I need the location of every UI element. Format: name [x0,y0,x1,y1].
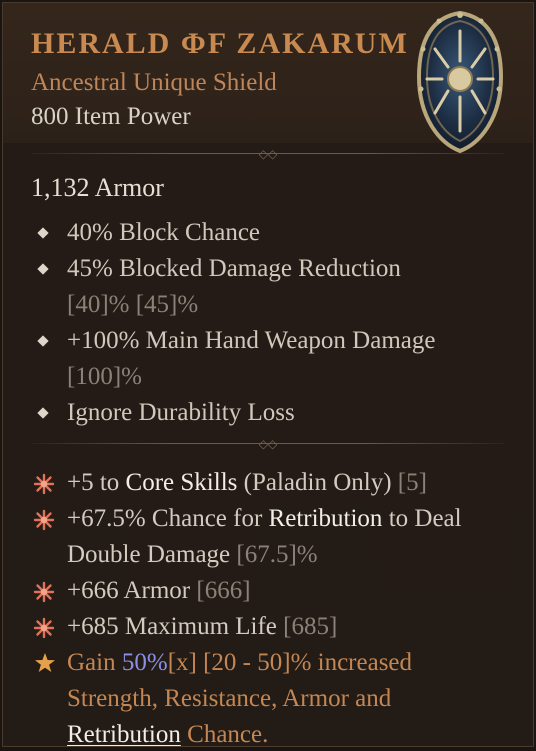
property-block-chance: 40% Block Chance [3,215,533,251]
item-name: HERALD ΦF ZAKARUM [31,27,409,60]
property-range: [40]% [45]% [67,291,199,318]
property-ignore-durability: Ignore Durability Loss [3,395,533,431]
unique-keyword: Retribution [67,721,181,747]
affix-armor: +666 Armor [666] [3,573,533,609]
affix-divider: ◇◇ [31,437,505,451]
property-range: [100]% [67,363,142,390]
affix-range: [666] [196,577,251,604]
property-text: 40% Block Chance [67,219,261,246]
unique-value: 50% [121,649,168,676]
property-main-hand-damage: +100% Main Hand Weapon Damage [100]% [3,323,533,395]
armor-value: 1,132 Armor [31,173,164,202]
diamond-bullet-icon [37,263,49,275]
unique-text: Strength, Resistance, Armor and [67,685,392,712]
affix-core-skills: +5 to Core Skills (Paladin Only) [5] [3,465,533,501]
unique-star-icon [35,653,55,672]
affix-range: [67.5]% [236,541,318,568]
affix-list: +5 to Core Skills (Paladin Only) [5] +67… [3,465,533,747]
tooltip-header: HERALD ΦF ZAKARUM Ancestral Unique Shiel… [3,3,533,154]
unique-multiplier: [x] [167,649,197,676]
affix-range: [685] [283,613,338,640]
property-text: +100% Main Hand Weapon Damage [67,327,436,354]
property-text: 45% Blocked Damage Reduction [67,255,401,282]
affix-text: +685 Maximum Life [67,613,284,640]
affix-text: (Paladin Only) [237,469,398,496]
affix-range: [5] [397,469,427,496]
affix-text: +666 Armor [67,577,197,604]
item-type: Ancestral Unique Shield [31,69,277,96]
unique-range: [20 - 50]% increased [196,649,413,676]
item-tooltip: HERALD ΦF ZAKARUM Ancestral Unique Shiel… [2,2,534,747]
unique-power: Gain 50%[x] [20 - 50]% increased Strengt… [3,645,533,747]
affix-keyword: Retribution [268,505,383,532]
affix-star-icon [33,581,55,603]
affix-text: +67.5% Chance for [67,505,269,532]
affix-star-icon [33,509,55,531]
header-divider: ◇◇ [31,147,505,161]
property-blocked-damage-reduction: 45% Blocked Damage Reduction [40]% [45]% [3,251,533,323]
unique-text: Gain [67,649,122,676]
base-properties: 40% Block Chance 45% Blocked Damage Redu… [3,215,533,431]
diamond-bullet-icon [37,227,49,239]
item-power: 800 Item Power [31,103,191,130]
affix-retribution-chance: +67.5% Chance for Retribution to Deal Do… [3,501,533,573]
diamond-bullet-icon [37,407,49,419]
affix-text: +5 to [67,469,126,496]
affix-star-icon [33,473,55,495]
diamond-bullet-icon [37,335,49,347]
shield-icon [415,9,505,155]
unique-text: Chance. [180,721,269,747]
affix-keyword: Core Skills [125,469,238,496]
affix-star-icon [33,617,55,639]
affix-maximum-life: +685 Maximum Life [685] [3,609,533,645]
property-text: Ignore Durability Loss [67,399,295,426]
